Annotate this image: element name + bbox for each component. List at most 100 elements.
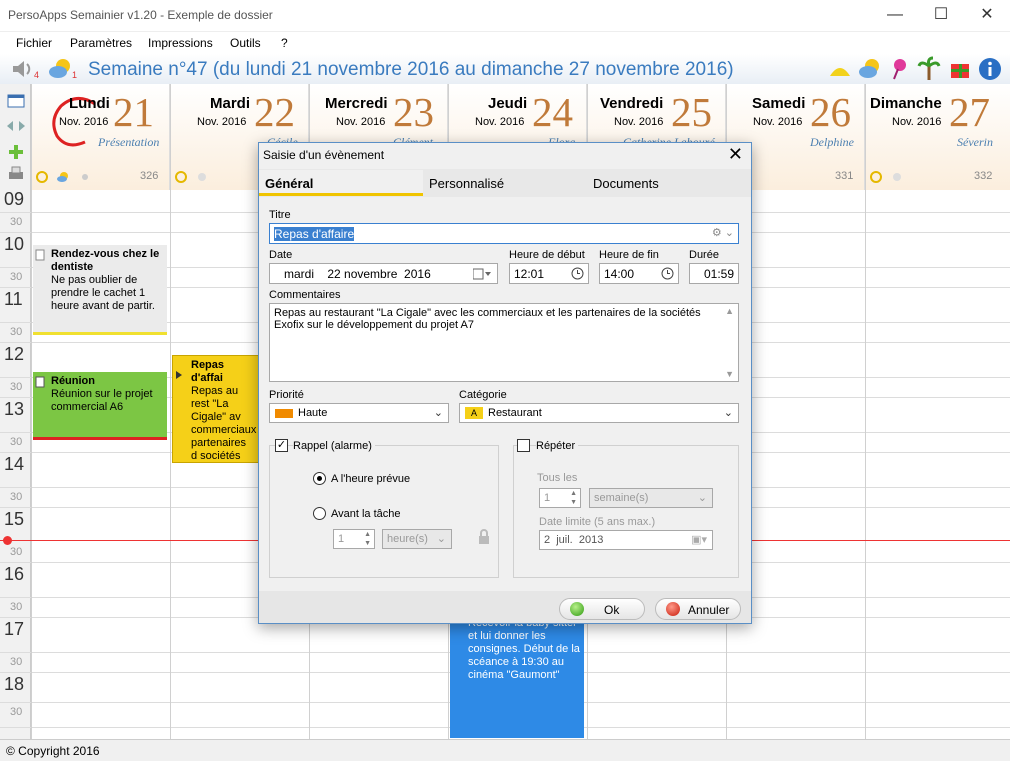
scroll-down-icon[interactable]: ▼ — [725, 369, 734, 379]
rappel-label: Rappel (alarme) — [293, 440, 375, 452]
date-field[interactable]: mardi 22 novembre 2016 — [269, 263, 498, 284]
half-hour-label: 30 — [10, 546, 23, 558]
event-repas[interactable]: Repas d'affai Repas au rest "La Cigale" … — [172, 355, 260, 463]
avant-stepper[interactable]: 1 ▲ ▼ — [333, 529, 375, 549]
add-icon[interactable] — [8, 144, 24, 160]
window-title: PersoApps Semainier v1.20 - Exemple de d… — [8, 8, 273, 22]
fin-label: Heure de fin — [599, 249, 659, 261]
scroll-up-icon[interactable]: ▲ — [725, 306, 734, 316]
pin-icon[interactable] — [888, 57, 910, 81]
note-icon — [176, 371, 182, 379]
categorie-label: Catégorie — [459, 389, 507, 401]
hour-label: 14 — [4, 454, 25, 474]
titre-field[interactable]: Repas d'affaire ⚙ ⌄ — [269, 223, 739, 244]
menu-outils[interactable]: Outils — [230, 36, 261, 50]
nav-arrows-icon[interactable] — [5, 120, 27, 132]
calendar-dropdown-icon[interactable]: ▣▾ — [691, 533, 707, 546]
tous-unit-select[interactable]: semaine(s) ⌄ — [589, 488, 713, 508]
palm-tree-icon[interactable] — [917, 56, 941, 82]
calendar-dropdown-icon[interactable] — [473, 268, 491, 280]
day-header-lundi[interactable]: Lundi 21 Nov. 2016 Présentation 326 — [31, 84, 170, 190]
event-body: Recevoir la baby sitter et lui donner le… — [468, 617, 580, 681]
weather-toolbar-icon[interactable] — [858, 57, 882, 81]
day-name: Mardi — [210, 95, 251, 112]
copyright-text: © Copyright 2016 — [6, 744, 100, 758]
cancel-button[interactable]: Annuler — [655, 598, 741, 620]
day-number: 26 — [810, 89, 851, 135]
repeter-checkbox[interactable] — [517, 439, 530, 452]
half-hour-label: 30 — [10, 436, 23, 448]
calendar-view-icon[interactable] — [7, 94, 25, 108]
column-divider — [170, 84, 171, 739]
priority-color-swatch — [275, 409, 293, 418]
radio-heure-prevue[interactable] — [313, 472, 326, 485]
day-header-dimanche[interactable]: Dimanche 27 Nov. 2016 Séverin 332 — [865, 84, 1010, 190]
week-title: Semaine n°47 (du lundi 21 novembre 2016 … — [88, 59, 734, 80]
hour-label: 10 — [4, 234, 25, 254]
date-limite-field[interactable]: 2 juil. 2013 ▣▾ — [539, 530, 713, 550]
comment-field[interactable]: Repas au restaurant "La Cigale" avec les… — [269, 303, 739, 382]
note-icon — [35, 376, 45, 388]
chevron-down-icon: ⌄ — [723, 407, 733, 419]
day-name: Samedi — [752, 95, 806, 112]
day-number: 25 — [671, 89, 712, 135]
comment-label: Commentaires — [269, 289, 341, 301]
radio-heure-prevue-label: A l'heure prévue — [331, 473, 411, 485]
event-cinema[interactable]: Recevoir la baby sitter et lui donner le… — [450, 614, 584, 738]
clock-icon[interactable] — [661, 267, 674, 280]
tous-les-label: Tous les — [537, 472, 578, 484]
event-title: Réunion — [51, 375, 95, 387]
hour-label: 15 — [4, 509, 25, 529]
tous-num: 1 — [544, 492, 551, 504]
week-bar: 4 1 Semaine n°47 (du lundi 21 novembre 2… — [0, 54, 1010, 84]
tab-general[interactable]: Général — [259, 170, 423, 196]
hour-label: 11 — [4, 289, 23, 309]
titre-value: Repas d'affaire — [274, 227, 355, 241]
stepper-arrows-icon[interactable]: ▲ ▼ — [364, 530, 371, 548]
duree-field[interactable]: 01:59 — [689, 263, 739, 284]
fin-field[interactable]: 14:00 — [599, 263, 679, 284]
priorite-select[interactable]: Haute ⌄ — [269, 403, 449, 423]
print-icon[interactable] — [7, 166, 25, 182]
event-reunion[interactable]: Réunion Réunion sur le projet commercial… — [33, 372, 167, 440]
menu-parametres[interactable]: Paramètres — [70, 36, 132, 50]
day-month: Nov. 2016 — [197, 116, 247, 128]
dialog-close-button[interactable]: ✕ — [728, 144, 743, 165]
duree-label: Durée — [689, 249, 719, 261]
menu-fichier[interactable]: Fichier — [16, 36, 52, 50]
menu-help[interactable]: ? — [281, 36, 288, 50]
duree-value: 01:59 — [703, 267, 734, 281]
day-saint: Delphine — [810, 135, 854, 149]
tous-stepper[interactable]: 1 ▲ ▼ — [539, 488, 581, 508]
day-status-icons — [175, 171, 206, 183]
hour-label: 12 — [4, 344, 25, 364]
menu-impressions[interactable]: Impressions — [148, 36, 213, 50]
tab-documents[interactable]: Documents — [587, 170, 751, 196]
settings-chevron-icon[interactable]: ⚙ ⌄ — [712, 226, 734, 239]
day-month: Nov. 2016 — [59, 116, 109, 128]
rappel-checkbox[interactable]: ✓ — [275, 439, 288, 452]
stepper-arrows-icon[interactable]: ▲ ▼ — [570, 489, 577, 507]
hour-label: 09 — [4, 189, 25, 209]
close-window-button[interactable]: ✕ — [964, 0, 1010, 30]
speaker-icon[interactable] — [10, 58, 34, 80]
avant-unit-select[interactable]: heure(s) ⌄ — [382, 529, 452, 549]
ok-button[interactable]: Ok — [559, 598, 645, 620]
info-icon[interactable] — [978, 57, 1002, 81]
half-hour-label: 30 — [10, 381, 23, 393]
cancel-icon — [666, 602, 680, 616]
maximize-button[interactable]: ☐ — [918, 0, 964, 30]
bananas-icon[interactable] — [828, 58, 852, 80]
weather-icon[interactable] — [48, 57, 74, 81]
clock-icon[interactable] — [571, 267, 584, 280]
categorie-select[interactable]: A Restaurant ⌄ — [459, 403, 739, 423]
minimize-button[interactable]: — — [872, 0, 918, 30]
event-dentiste[interactable]: Rendez-vous chez le dentiste Ne pas oubl… — [33, 245, 167, 335]
gift-icon[interactable] — [948, 58, 972, 80]
radio-avant-tache-label: Avant la tâche — [331, 508, 401, 520]
day-name: Lundi — [69, 95, 110, 112]
tab-personnalise[interactable]: Personnalisé — [423, 170, 587, 196]
debut-field[interactable]: 12:01 — [509, 263, 589, 284]
radio-avant-tache[interactable] — [313, 507, 326, 520]
chevron-down-icon: ⌄ — [697, 492, 707, 504]
